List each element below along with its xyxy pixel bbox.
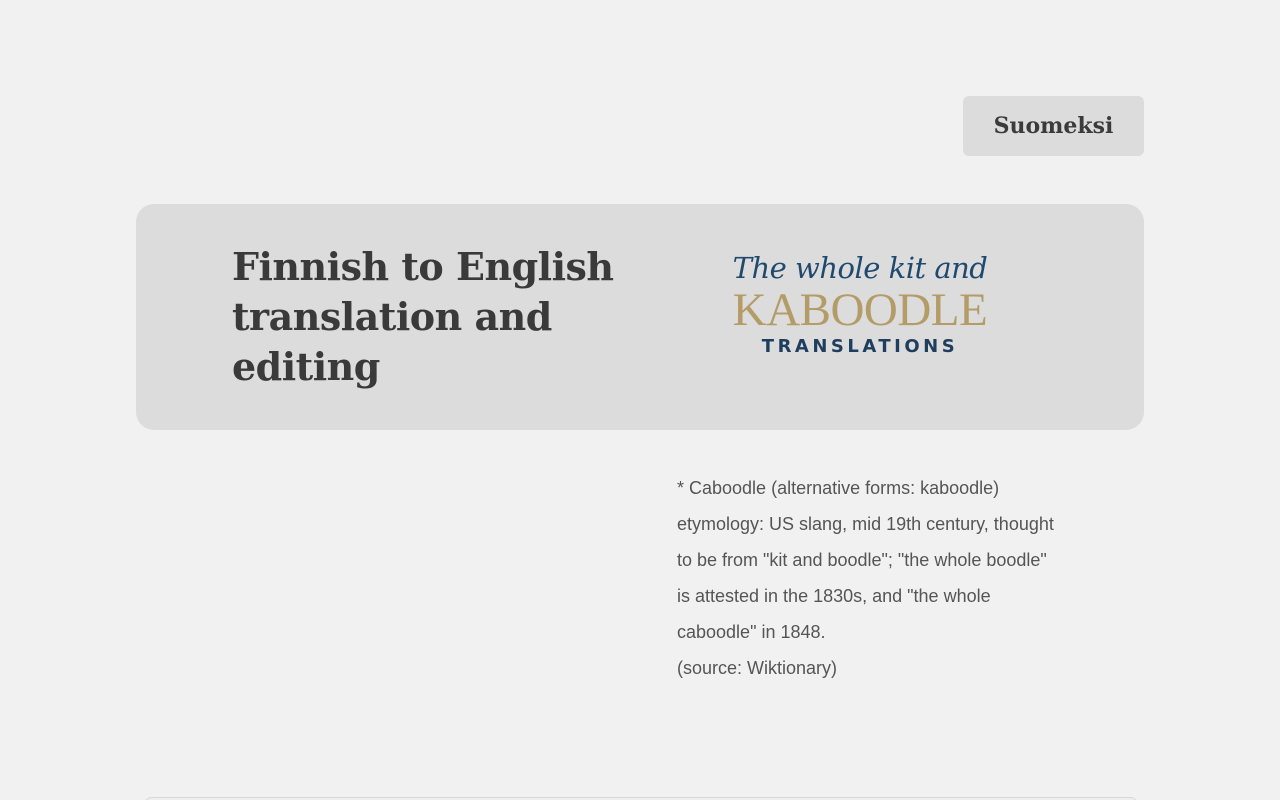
company-logo: The whole kit and KABOODLE TRANSLATIONS [730, 248, 990, 368]
etymology-source: (source: Wiktionary) [677, 658, 838, 678]
logo-wordmark: KABOODLE [732, 284, 988, 336]
language-switch-button[interactable]: Suomeksi [963, 96, 1144, 156]
hero-banner: Finnish to English translation and editi… [136, 204, 1144, 430]
page-title: Finnish to English translation and editi… [232, 244, 614, 389]
etymology-note: * Caboodle (alternative forms: kaboodle)… [677, 470, 1057, 686]
etymology-text: * Caboodle (alternative forms: kaboodle)… [677, 478, 1054, 642]
logo-subtitle: TRANSLATIONS [761, 336, 959, 357]
logo-tagline: The whole kit and [732, 251, 988, 285]
